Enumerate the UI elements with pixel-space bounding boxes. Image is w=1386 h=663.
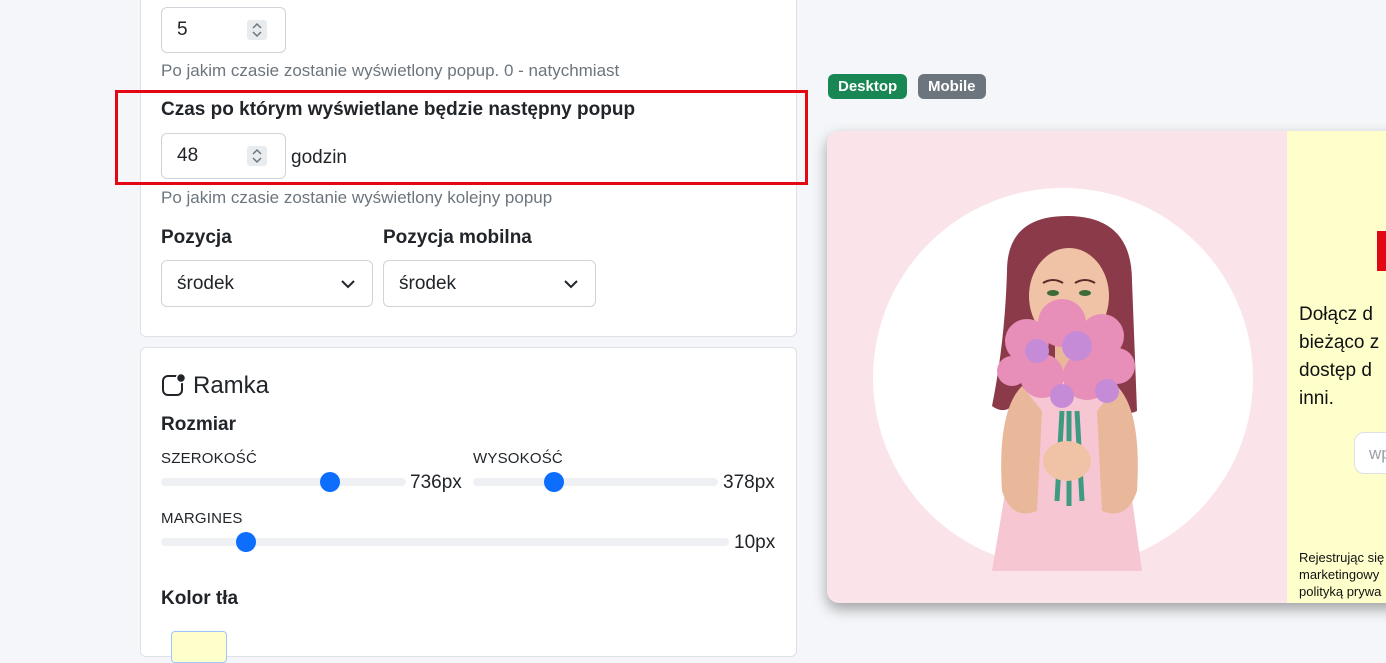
popup-text-line: bieżąco z xyxy=(1299,332,1380,353)
width-slider[interactable] xyxy=(161,472,406,492)
width-label: SZEROKOŚĆ xyxy=(161,450,257,467)
height-slider-thumb[interactable] xyxy=(543,472,564,492)
popup-disclaimer-line: polityką prywa xyxy=(1299,584,1382,599)
height-label: WYSOKOŚĆ xyxy=(473,450,563,467)
highlight-box xyxy=(115,90,808,185)
margin-value: 10px xyxy=(734,532,776,553)
width-slider-thumb[interactable] xyxy=(320,472,341,492)
position-selected: środek xyxy=(177,273,235,294)
popup-text-line: Dołącz d xyxy=(1299,304,1373,325)
margin-label: MARGINES xyxy=(161,510,243,527)
popup-text-panel: Dołącz d bieżąco z dostęp d inni. wp Rej… xyxy=(1287,131,1386,603)
popup-accent-mark xyxy=(1377,231,1386,271)
popup-email-input[interactable]: wp xyxy=(1354,432,1386,474)
margin-slider-thumb[interactable] xyxy=(236,532,257,552)
tab-mobile[interactable]: Mobile xyxy=(918,74,986,99)
popup-text-line: inni. xyxy=(1299,388,1334,409)
height-value: 378px xyxy=(723,472,775,493)
chevron-down-icon xyxy=(341,280,355,289)
tab-desktop[interactable]: Desktop xyxy=(828,74,908,99)
popup-email-placeholder: wp xyxy=(1369,444,1386,463)
spinner-icon[interactable] xyxy=(247,20,267,40)
height-slider[interactable] xyxy=(473,472,718,492)
chevron-down-icon xyxy=(564,280,578,289)
next-popup-help: Po jakim czasie zostanie wyświetlony kol… xyxy=(161,188,553,207)
delay-input[interactable]: 5 xyxy=(161,7,286,53)
woman-with-flowers-illustration xyxy=(992,216,1142,571)
position-select[interactable]: środek xyxy=(161,260,373,307)
delay-value: 5 xyxy=(177,19,188,40)
frame-title: Ramka xyxy=(193,372,270,399)
delay-help: Po jakim czasie zostanie wyświetlony pop… xyxy=(161,61,620,80)
position-mobile-selected: środek xyxy=(399,273,457,294)
popup-disclaimer-line: marketingowy xyxy=(1299,567,1380,582)
position-mobile-label: Pozycja mobilna xyxy=(383,227,532,248)
frame-icon xyxy=(162,372,187,396)
frame-settings-card: Ramka Rozmiar SZEROKOŚĆ 736px WYSOKOŚĆ 3… xyxy=(140,347,797,663)
popup-preview: Dołącz d bieżąco z dostęp d inni. wp Rej… xyxy=(827,131,1386,603)
popup-disclaimer-line: Rejestrując się xyxy=(1299,550,1385,565)
margin-slider[interactable] xyxy=(161,532,729,552)
position-mobile-select[interactable]: środek xyxy=(383,260,596,307)
width-value: 736px xyxy=(410,472,462,493)
bg-color-swatch[interactable] xyxy=(171,631,227,663)
bg-color-label: Kolor tła xyxy=(161,588,239,609)
size-label: Rozmiar xyxy=(161,414,236,435)
popup-text-line: dostęp d xyxy=(1299,360,1372,381)
position-label: Pozycja xyxy=(161,227,232,248)
